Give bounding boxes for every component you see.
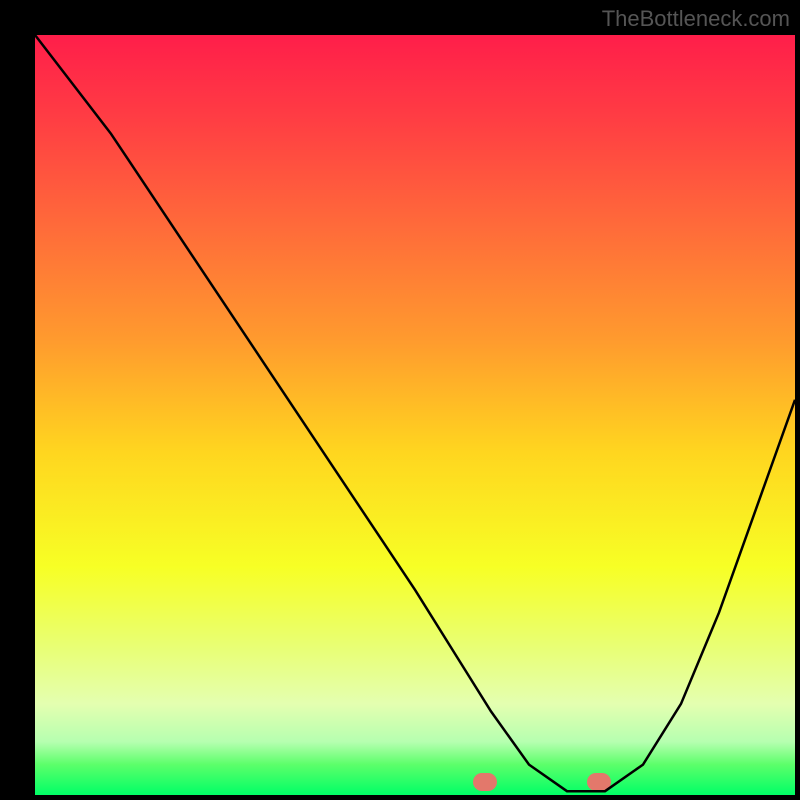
bottleneck-curve — [35, 35, 795, 795]
watermark-text: TheBottleneck.com — [602, 6, 790, 32]
chart-frame: TheBottleneck.com — [0, 0, 800, 800]
plot-area — [35, 35, 795, 795]
